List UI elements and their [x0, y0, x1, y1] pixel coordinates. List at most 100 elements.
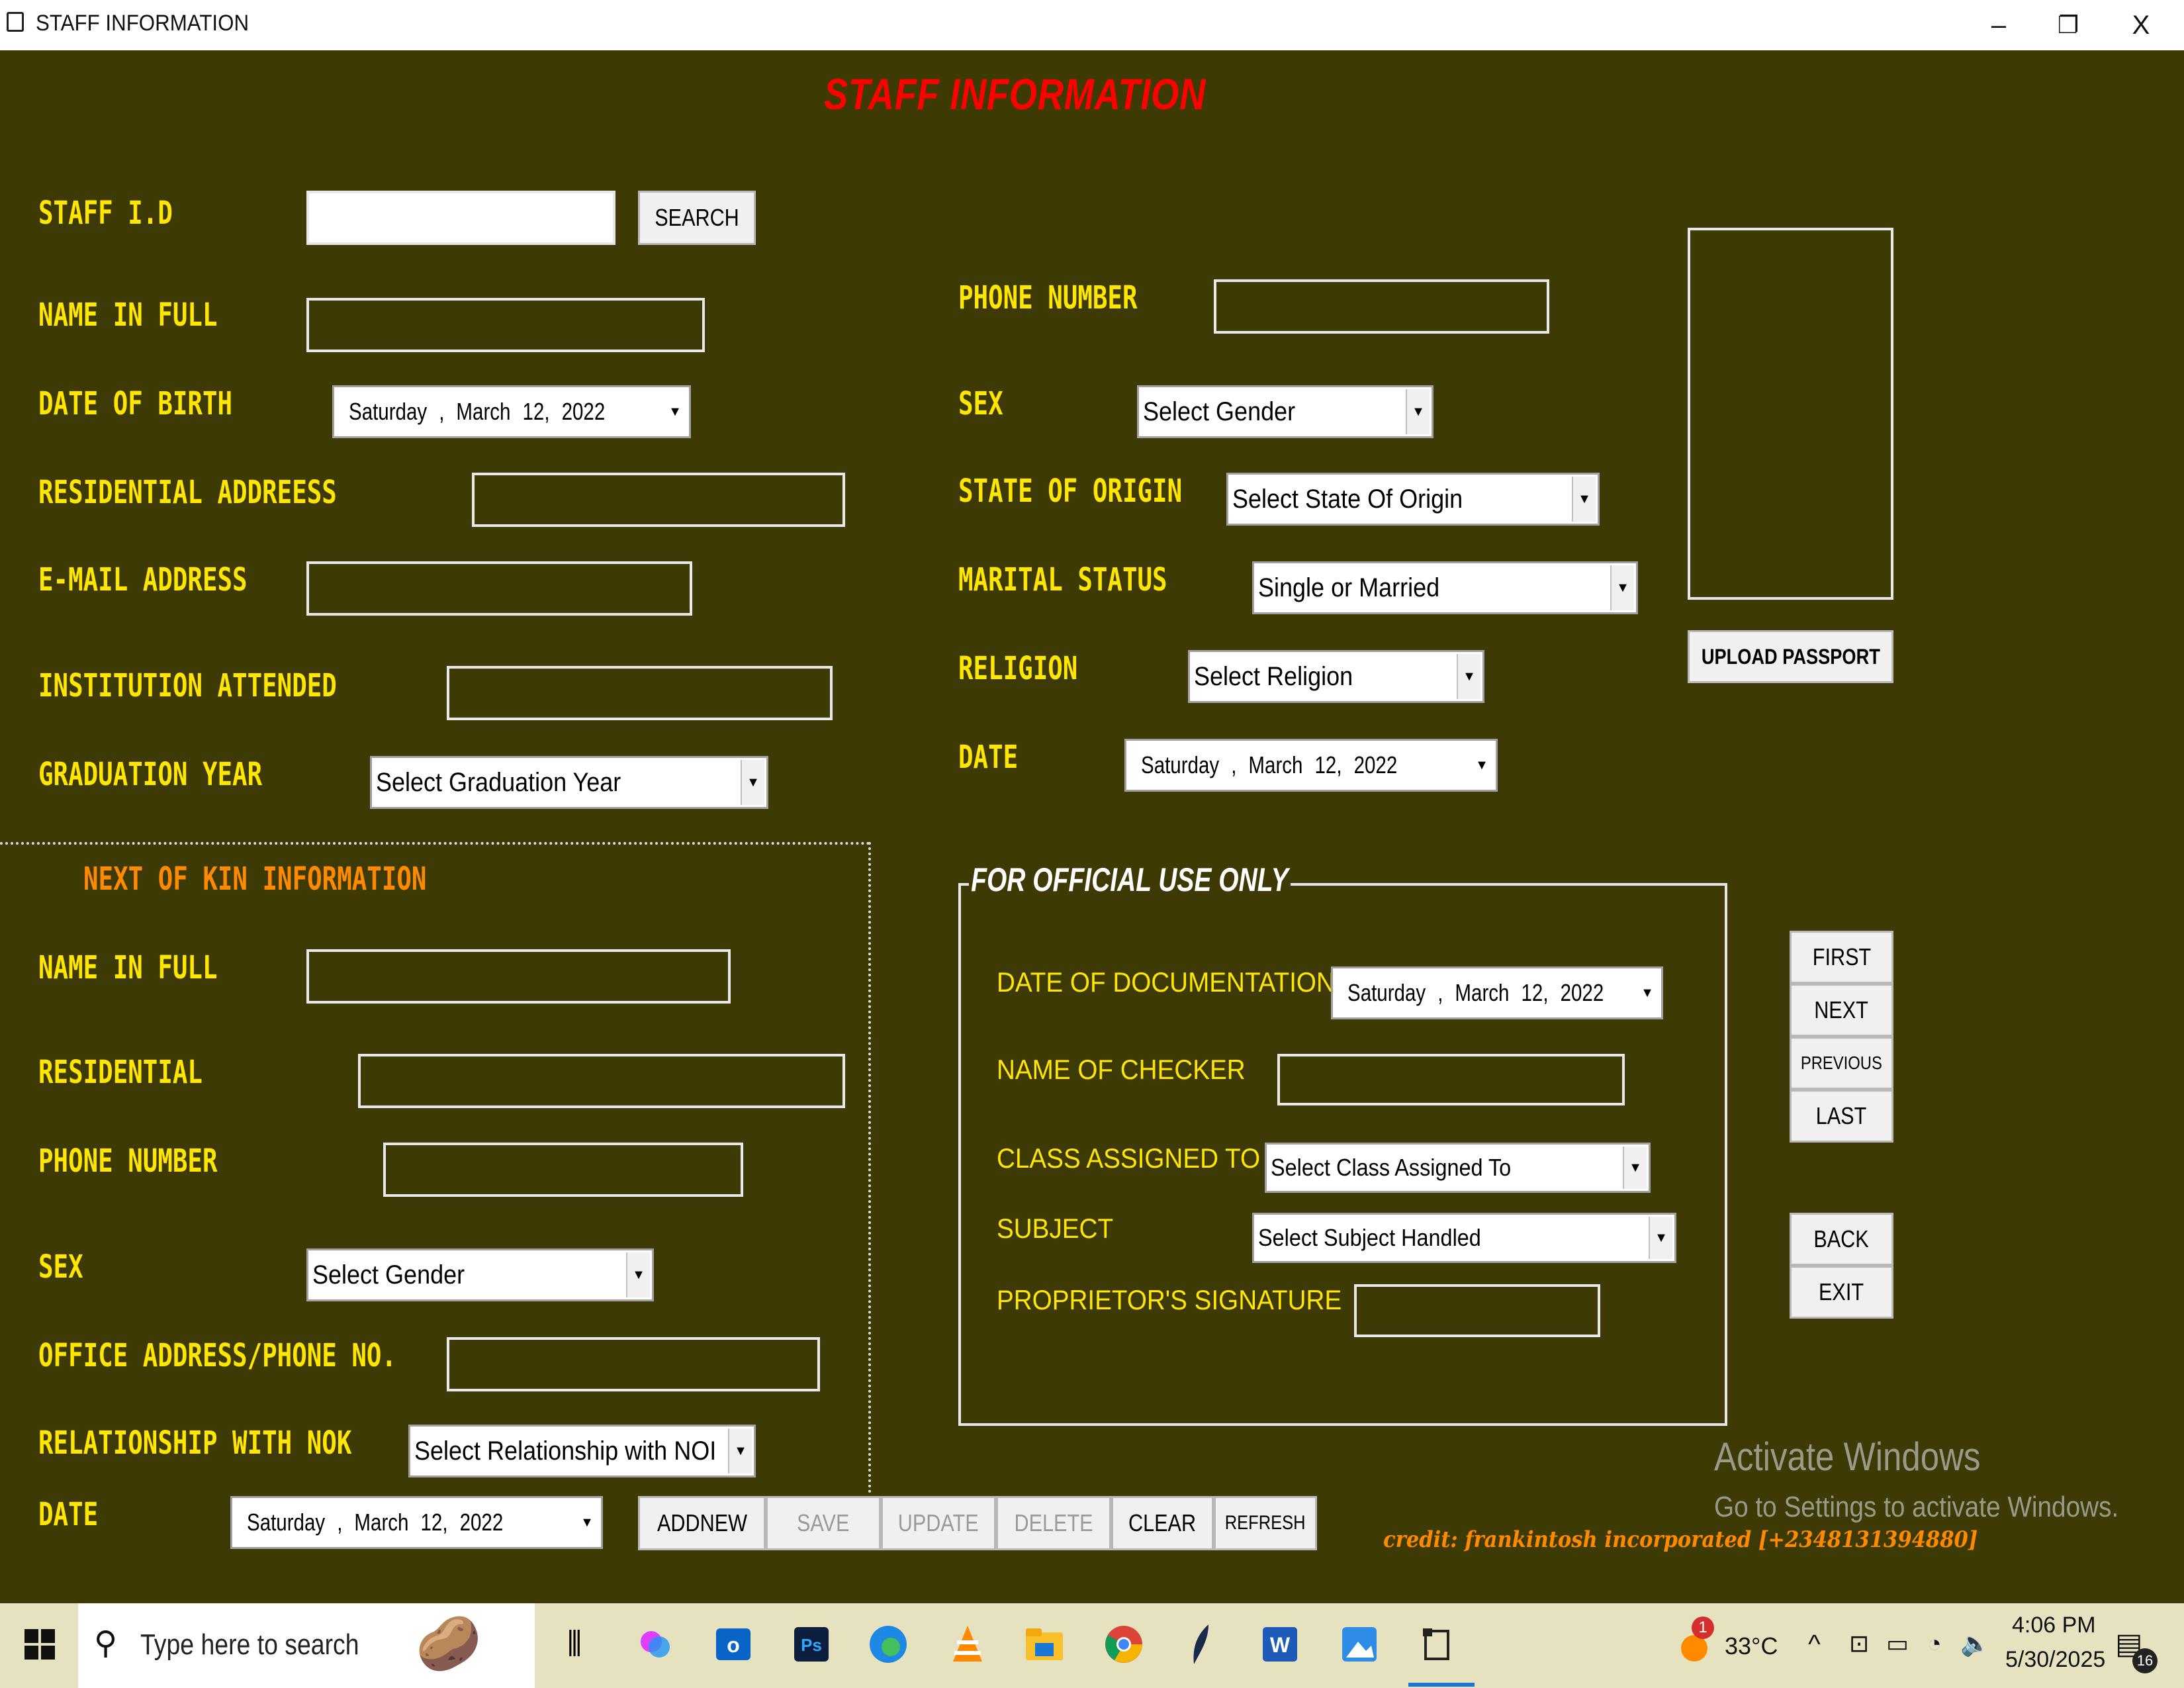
class-assigned-value: Select Class Assigned To [1271, 1154, 1512, 1181]
chevron-down-icon[interactable]: ▼ [1623, 1147, 1647, 1189]
section-divider [0, 842, 870, 845]
staff-id-input[interactable] [306, 191, 615, 245]
last-button[interactable]: LAST [1790, 1090, 1893, 1143]
phone-input[interactable] [1214, 279, 1549, 334]
checker-input[interactable] [1277, 1054, 1625, 1105]
state-select[interactable]: Select State Of Origin ▼ [1226, 473, 1600, 526]
chevron-up-icon[interactable]: ^ [1808, 1630, 1821, 1660]
nok-sex-select[interactable]: Select Gender ▼ [306, 1248, 654, 1301]
nok-office-input[interactable] [447, 1337, 820, 1391]
restore-button[interactable]: ❐ [2038, 5, 2098, 45]
photos-icon[interactable] [1332, 1617, 1387, 1672]
back-button[interactable]: BACK [1790, 1213, 1893, 1266]
exit-button[interactable]: EXIT [1790, 1266, 1893, 1319]
page-title: STAFF INFORMATION [824, 70, 1206, 118]
chevron-down-icon[interactable]: ▼ [1636, 971, 1659, 1015]
app-window-icon[interactable] [1408, 1617, 1464, 1672]
doc-date-datepicker[interactable]: Saturday , March 12, 2022 ▼ [1331, 966, 1663, 1019]
institution-input[interactable] [447, 666, 833, 720]
windows-start-icon[interactable] [12, 1617, 68, 1672]
subject-label: SUBJECT [997, 1213, 1114, 1244]
chevron-down-icon[interactable]: ▼ [1457, 654, 1480, 699]
chevron-down-icon[interactable]: ▼ [728, 1429, 752, 1474]
network-icon[interactable]: ⊡ [1849, 1630, 1869, 1658]
dob-value: Saturday , March 12, 2022 [349, 398, 606, 425]
minimize-button[interactable]: – [1969, 5, 2028, 45]
official-use-heading: FOR OFFICIAL USE ONLY [969, 861, 1291, 899]
next-button[interactable]: NEXT [1790, 984, 1893, 1037]
class-assigned-label: CLASS ASSIGNED TO [997, 1143, 1261, 1174]
staff-id-label: STAFF I.D [38, 195, 173, 232]
outlook-icon[interactable]: o [705, 1617, 761, 1672]
task-view-icon[interactable]: ⫴ [547, 1617, 602, 1672]
chevron-down-icon[interactable]: ▼ [1649, 1217, 1672, 1259]
refresh-button[interactable]: REFRESH [1214, 1496, 1317, 1550]
nok-phone-input[interactable] [383, 1143, 743, 1197]
clear-button[interactable]: CLEAR [1111, 1496, 1214, 1550]
graduation-year-select[interactable]: Select Graduation Year ▼ [370, 756, 768, 809]
address-input[interactable] [472, 473, 845, 527]
nok-date-datepicker[interactable]: Saturday , March 12, 2022 ▼ [230, 1496, 603, 1549]
sex-value: Select Gender [1143, 397, 1296, 426]
religion-select[interactable]: Select Religion ▼ [1188, 650, 1484, 703]
vlc-icon[interactable] [940, 1617, 995, 1672]
nok-residential-input[interactable] [358, 1054, 845, 1108]
nok-heading: NEXT OF KIN INFORMATION [83, 861, 427, 898]
update-button[interactable]: UPDATE [881, 1496, 996, 1550]
save-button[interactable]: SAVE [766, 1496, 881, 1550]
chevron-down-icon[interactable]: ▼ [1406, 389, 1430, 434]
volume-icon[interactable]: 🔈 [1960, 1630, 1990, 1658]
chevron-down-icon[interactable]: ▼ [664, 390, 686, 434]
chrome-icon[interactable] [1096, 1617, 1152, 1672]
sex-select[interactable]: Select Gender ▼ [1137, 385, 1433, 438]
file-explorer-icon[interactable] [1017, 1617, 1072, 1672]
taskbar-search-box[interactable]: ⚲ Type here to search 🥔 [78, 1603, 535, 1688]
svg-text:W: W [1270, 1633, 1291, 1657]
copilot-icon[interactable] [627, 1617, 683, 1672]
dob-datepicker[interactable]: Saturday , March 12, 2022 ▼ [332, 385, 691, 438]
window-title: STAFF INFORMATION [36, 11, 250, 36]
close-button[interactable]: X [2111, 5, 2171, 45]
feather-icon[interactable] [1174, 1617, 1230, 1672]
signature-input[interactable] [1354, 1284, 1600, 1337]
religion-label: RELIGION [958, 650, 1078, 687]
addnew-button[interactable]: ADDNEW [638, 1496, 766, 1550]
upload-passport-button[interactable]: UPLOAD PASSPORT [1688, 630, 1893, 683]
weather-badge: 1 [1692, 1617, 1714, 1639]
date-datepicker[interactable]: Saturday , March 12, 2022 ▼ [1124, 739, 1498, 792]
chevron-down-icon[interactable]: ▼ [741, 760, 764, 805]
nok-name-label: NAME IN FULL [38, 949, 218, 986]
nok-relationship-select[interactable]: Select Relationship with NOI ▼ [408, 1425, 756, 1477]
chevron-down-icon[interactable]: ▼ [576, 1501, 598, 1544]
search-button[interactable]: SEARCH [638, 191, 756, 245]
marital-status-select[interactable]: Single or Married ▼ [1252, 561, 1638, 614]
clock-date[interactable]: 5/30/2025 [2005, 1647, 2105, 1673]
word-icon[interactable]: W [1252, 1617, 1308, 1672]
battery-icon[interactable]: ▭ [1886, 1630, 1909, 1658]
nok-name-input[interactable] [306, 949, 731, 1004]
marital-status-value: Single or Married [1258, 573, 1440, 602]
chevron-down-icon[interactable]: ▼ [626, 1252, 650, 1297]
subject-select[interactable]: Select Subject Handled ▼ [1252, 1213, 1676, 1263]
dob-label: DATE OF BIRTH [38, 385, 233, 422]
chevron-down-icon[interactable]: ▼ [1471, 743, 1493, 787]
active-app-indicator [1408, 1683, 1475, 1687]
nok-sex-label: SEX [38, 1248, 83, 1286]
email-input[interactable] [306, 561, 692, 616]
name-input[interactable] [306, 298, 705, 352]
previous-button[interactable]: PREVIOUS [1790, 1037, 1893, 1090]
class-assigned-select[interactable]: Select Class Assigned To ▼ [1265, 1143, 1651, 1193]
chevron-down-icon[interactable]: ▼ [1610, 565, 1634, 610]
weather-temperature[interactable]: 33°C [1725, 1632, 1778, 1660]
chevron-down-icon[interactable]: ▼ [1572, 477, 1596, 522]
taskbar: ⚲ Type here to search 🥔 ⫴ o Ps W 1 33°C … [0, 1603, 2184, 1688]
wifi-icon[interactable]: ◔ [1927, 1630, 1942, 1658]
phone-label: PHONE NUMBER [958, 279, 1138, 316]
clock-time[interactable]: 4:06 PM [2012, 1613, 2096, 1638]
edge-icon[interactable] [860, 1617, 916, 1672]
app-icon [7, 12, 24, 32]
first-button[interactable]: FIRST [1790, 931, 1893, 984]
photoshop-icon[interactable]: Ps [784, 1617, 839, 1672]
delete-button[interactable]: DELETE [996, 1496, 1111, 1550]
nok-phone-label: PHONE NUMBER [38, 1143, 218, 1180]
